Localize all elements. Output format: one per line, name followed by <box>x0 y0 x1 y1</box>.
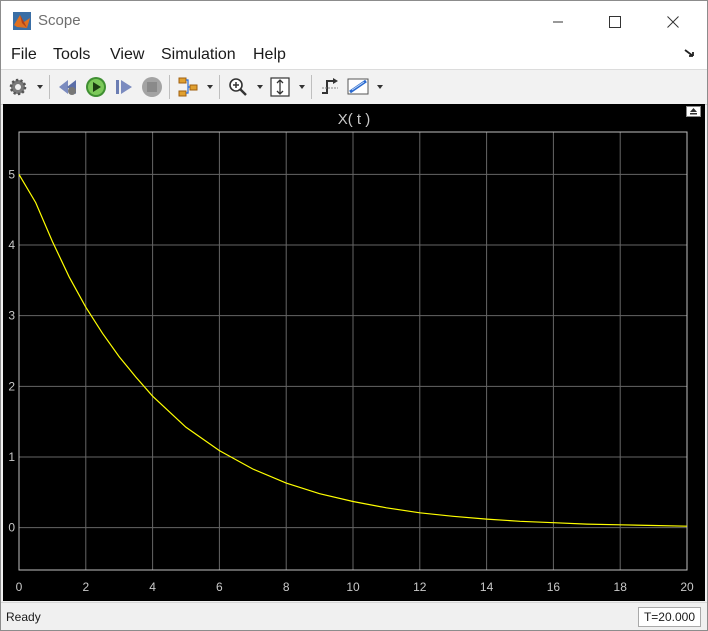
scope-window: Scope File Tools View Simulation Help 0 … <box>0 0 708 631</box>
toolbar-separator <box>49 75 50 99</box>
stop-icon <box>142 77 162 97</box>
title-bar[interactable]: Scope <box>1 1 707 41</box>
close-icon <box>667 16 679 28</box>
maximize-button[interactable] <box>592 7 638 37</box>
step-back-button[interactable] <box>57 76 79 98</box>
scale-dropdown-icon[interactable] <box>299 85 305 89</box>
cursor-measurements-button[interactable] <box>347 76 369 98</box>
menu-simulation[interactable]: Simulation <box>161 46 236 64</box>
window-title: Scope <box>38 12 81 29</box>
close-button[interactable] <box>650 7 696 37</box>
maximize-icon <box>609 16 621 28</box>
arrow-icon[interactable] <box>683 47 697 61</box>
x-tick-label: 18 <box>614 580 628 594</box>
run-icon <box>86 77 106 97</box>
settings-dropdown-icon[interactable] <box>37 85 43 89</box>
y-tick-label: 3 <box>8 309 15 323</box>
x-tick-label: 14 <box>480 580 494 594</box>
x-tick-label: 12 <box>413 580 427 594</box>
highlight-dropdown-icon[interactable] <box>207 85 213 89</box>
status-text: Ready <box>6 610 41 624</box>
toolbar <box>1 69 707 105</box>
zoom-button[interactable] <box>227 76 249 98</box>
x-tick-label: 10 <box>346 580 360 594</box>
minimize-icon <box>553 21 563 23</box>
minimize-button[interactable] <box>535 7 581 37</box>
triggers-icon <box>322 78 338 94</box>
matlab-icon <box>13 12 31 30</box>
settings-icon <box>9 78 27 96</box>
x-tick-label: 0 <box>16 580 23 594</box>
triggers-button[interactable] <box>319 76 341 98</box>
plot-title: X( t ) <box>337 111 371 128</box>
cursor-measurements-icon <box>347 78 369 95</box>
highlight-signal-icon <box>178 77 198 97</box>
run-button[interactable] <box>85 76 107 98</box>
toolbar-separator <box>311 75 312 99</box>
scale-axes-button[interactable] <box>269 76 291 98</box>
step-forward-icon <box>116 80 132 94</box>
step-forward-button[interactable] <box>113 76 135 98</box>
simulation-time: T=20.000 <box>637 607 701 627</box>
toolbar-separator <box>169 75 170 99</box>
scale-axes-icon <box>270 77 290 97</box>
menu-file[interactable]: File <box>11 46 37 64</box>
menu-tools[interactable]: Tools <box>53 46 90 64</box>
highlight-signal-button[interactable] <box>177 76 199 98</box>
stop-button[interactable] <box>141 76 163 98</box>
zoom-dropdown-icon[interactable] <box>257 85 263 89</box>
menu-help[interactable]: Help <box>253 46 286 64</box>
menu-view[interactable]: View <box>110 46 144 64</box>
x-tick-label: 20 <box>680 580 694 594</box>
x-tick-label: 8 <box>283 580 290 594</box>
x-tick-label: 4 <box>149 580 156 594</box>
y-tick-label: 4 <box>8 238 15 252</box>
x-tick-label: 16 <box>547 580 561 594</box>
scope-display[interactable]: 0 2 4 6 8 10 12 14 16 18 20 0 1 2 3 4 5 X( t ) <box>3 104 705 601</box>
x-tick-label: 6 <box>216 580 223 594</box>
settings-button[interactable] <box>7 76 29 98</box>
y-tick-label: 2 <box>8 379 15 393</box>
measurements-dropdown-icon[interactable] <box>377 85 383 89</box>
zoom-icon <box>229 78 247 96</box>
x-tick-label: 2 <box>82 580 89 594</box>
y-tick-label: 0 <box>8 521 15 535</box>
menu-bar: File Tools View Simulation Help <box>1 41 707 69</box>
y-tick-label: 5 <box>8 167 15 181</box>
status-bar: Ready T=20.000 <box>1 602 707 630</box>
undock-icon[interactable] <box>686 106 701 117</box>
step-back-icon <box>59 80 76 95</box>
scope-plot[interactable]: 0 2 4 6 8 10 12 14 16 18 20012345 <box>3 104 705 601</box>
y-tick-label: 1 <box>8 450 15 464</box>
toolbar-separator <box>219 75 220 99</box>
